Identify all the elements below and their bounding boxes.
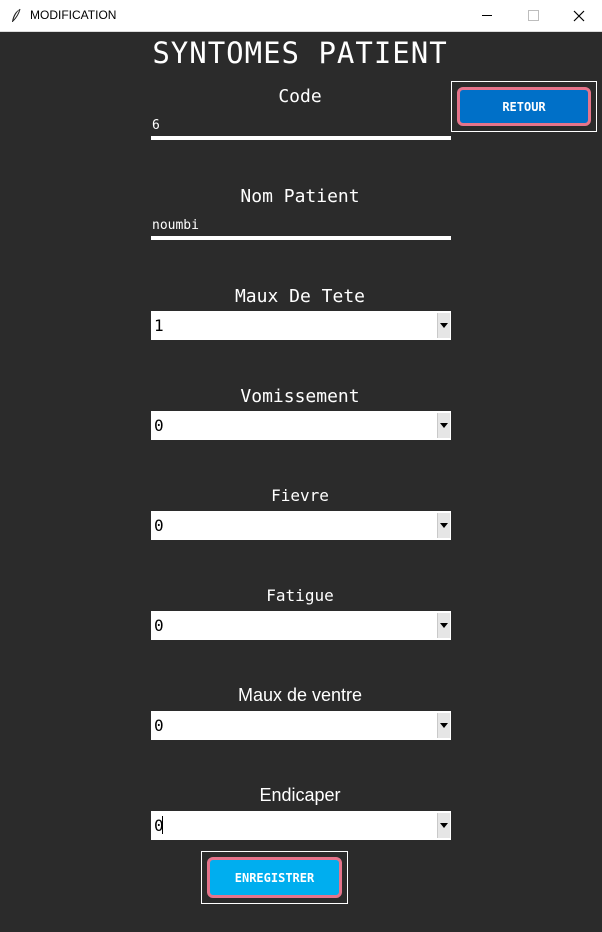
dropdown-arrow-button[interactable] [437,513,450,538]
vomissement-label: Vomissement [240,386,360,407]
dropdown-arrow-button[interactable] [437,413,450,438]
dropdown-arrow-button[interactable] [437,713,450,738]
retour-button-frame: RETOUR [451,81,597,132]
chevron-down-icon [440,623,448,628]
chevron-down-icon [440,523,448,528]
dropdown-arrow-button[interactable] [437,613,450,638]
minimize-button[interactable] [464,0,510,31]
vomissement-combobox[interactable]: 0 [151,411,451,440]
chevron-down-icon [440,723,448,728]
dropdown-arrow-button[interactable] [437,313,450,338]
text-cursor [162,816,163,834]
maux-de-tete-combobox[interactable]: 1 [151,311,451,340]
page-title: SYNTOMES PATIENT [152,36,448,70]
nom-patient-label: Nom Patient [240,186,360,207]
maux-de-tete-value: 1 [154,316,164,335]
code-input-underline [151,136,451,140]
maximize-button[interactable] [510,0,556,31]
fatigue-label: Fatigue [266,586,334,605]
window-title: MODIFICATION [30,8,117,22]
close-icon [573,10,585,22]
endicaper-combobox[interactable]: 0 [151,811,451,840]
maux-de-tete-label: Maux De Tete [234,286,366,307]
chevron-down-icon [440,423,448,428]
nom-patient-input-underline [151,236,451,240]
close-button[interactable] [556,0,602,31]
dropdown-arrow-button[interactable] [437,813,450,838]
fievre-value: 0 [154,516,164,535]
enregistrer-button-frame: ENREGISTRER [201,851,348,904]
fatigue-combobox[interactable]: 0 [151,611,451,640]
retour-button[interactable]: RETOUR [457,87,591,126]
nom-patient-input[interactable]: noumbi [152,218,448,233]
maux-de-ventre-value: 0 [154,716,164,735]
chevron-down-icon [440,323,448,328]
maux-de-ventre-combobox[interactable]: 0 [151,711,451,740]
fatigue-value: 0 [154,616,164,635]
enregistrer-button[interactable]: ENREGISTRER [207,857,342,898]
feather-icon [10,8,22,24]
title-bar: MODIFICATION [0,0,602,32]
chevron-down-icon [440,823,448,828]
fievre-combobox[interactable]: 0 [151,511,451,540]
code-input[interactable]: 6 [152,118,448,133]
vomissement-value: 0 [154,416,164,435]
maux-de-ventre-label: Maux de ventre [237,685,363,705]
endicaper-label: Endicaper [259,785,341,805]
fievre-label: Fievre [271,486,329,505]
code-label: Code [278,86,322,107]
